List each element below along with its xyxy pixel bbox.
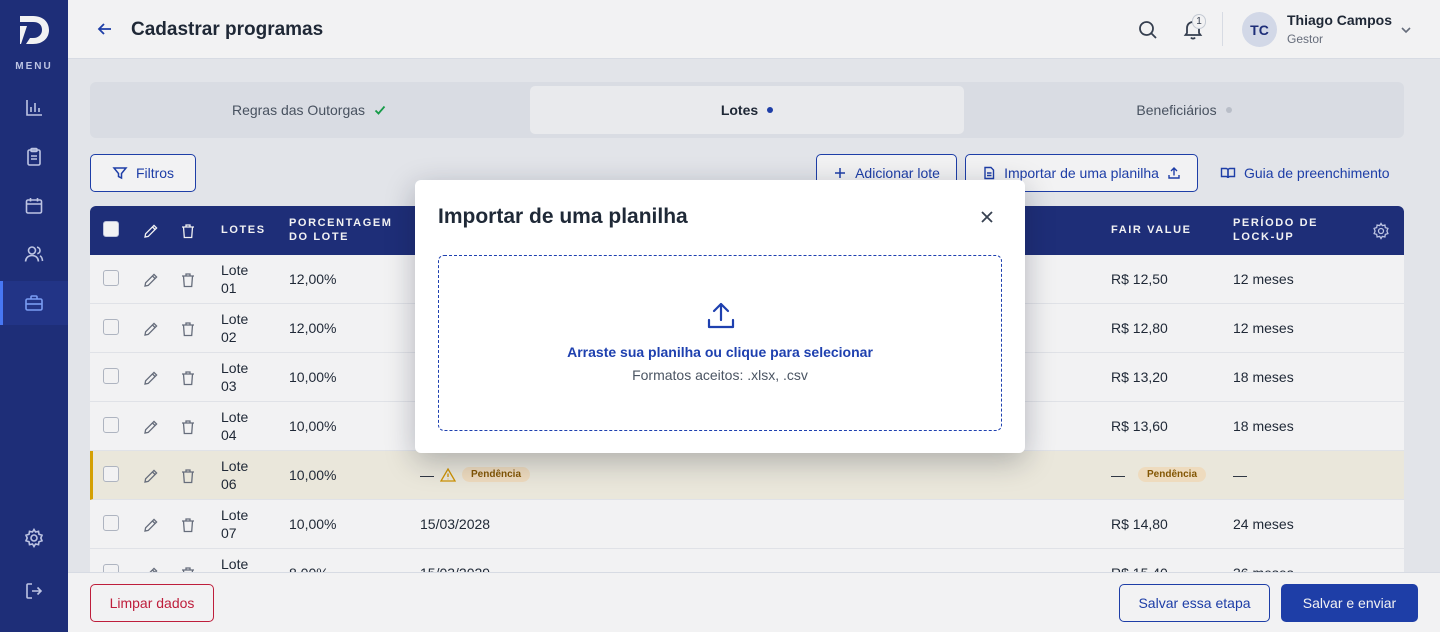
dropzone-instruction: Arraste sua planilha ou clique para sele… (567, 344, 873, 360)
file-dropzone[interactable]: Arraste sua planilha ou clique para sele… (438, 255, 1002, 431)
close-icon[interactable] (978, 208, 996, 226)
import-modal: Importar de uma planilha Arraste sua pla… (415, 180, 1025, 453)
dropzone-formats: Formatos aceitos: .xlsx, .csv (632, 367, 808, 383)
modal-title: Importar de uma planilha (438, 205, 688, 228)
upload-icon (707, 302, 735, 329)
